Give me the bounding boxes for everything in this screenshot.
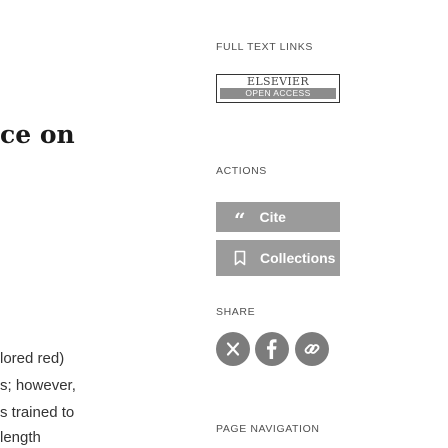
cite-button-label: Cite	[259, 209, 286, 225]
article-title-fragment: ce on	[0, 120, 75, 149]
article-body-line: lored red)	[0, 350, 65, 367]
share-link-button[interactable]	[295, 332, 329, 366]
actions-heading: ACTIONS	[216, 165, 267, 177]
cite-button[interactable]: “ Cite	[216, 202, 340, 232]
article-body-line: length	[0, 429, 41, 446]
share-x-button[interactable]	[216, 332, 250, 366]
share-heading: SHARE	[216, 306, 256, 318]
elsevier-open-access-link[interactable]: ELSEVIER OPEN ACCESS	[216, 74, 340, 103]
article-body-line: s trained to	[0, 404, 75, 421]
elsevier-brand-text: ELSEVIER	[247, 75, 309, 88]
collections-button[interactable]: Collections	[216, 240, 340, 276]
article-body-line: s; however,	[0, 377, 76, 394]
bookmark-icon	[234, 250, 246, 266]
open-access-text: OPEN ACCESS	[220, 88, 336, 99]
facebook-icon	[266, 339, 278, 359]
collections-button-label: Collections	[260, 250, 336, 266]
x-icon	[225, 341, 241, 357]
quote-icon: “	[234, 208, 246, 232]
page-navigation-heading: PAGE NAVIGATION	[216, 423, 320, 435]
share-facebook-button[interactable]	[255, 332, 289, 366]
link-icon	[303, 340, 321, 358]
full-text-links-heading: FULL TEXT LINKS	[216, 41, 313, 53]
